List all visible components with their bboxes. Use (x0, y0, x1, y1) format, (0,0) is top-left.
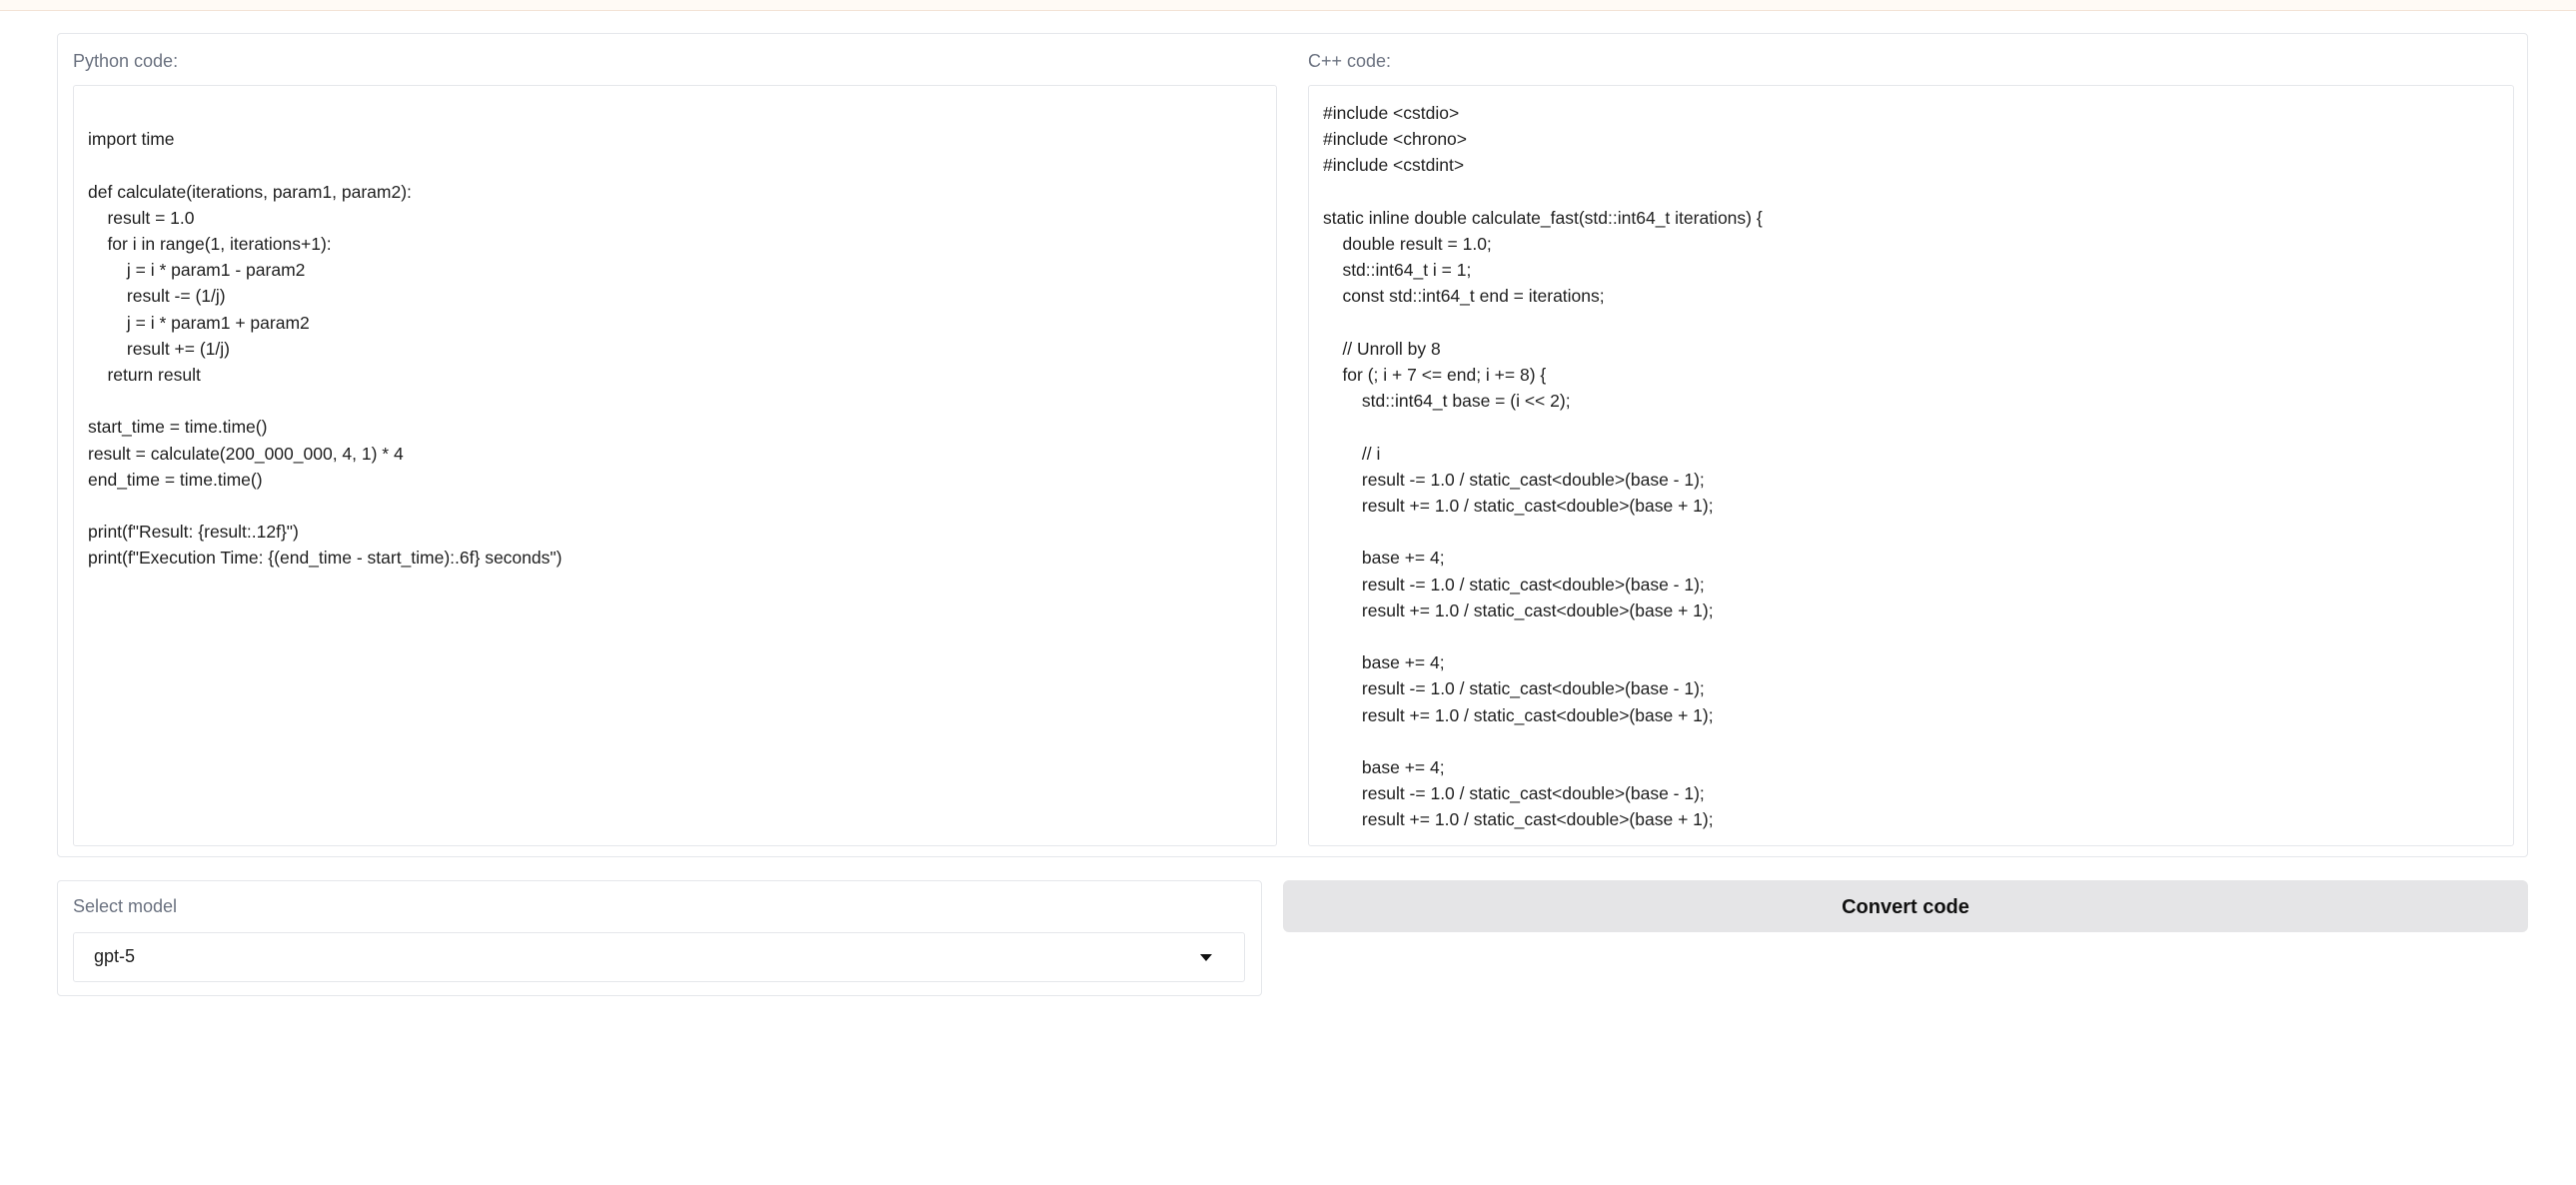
chevron-down-icon[interactable] (1200, 954, 1212, 961)
cpp-code-label: C++ code: (1308, 51, 1392, 71)
top-accent-strip (0, 0, 2576, 11)
cpp-code-editor[interactable]: #include <cstdio> #include <chrono> #inc… (1308, 85, 2514, 846)
python-code-section: Python code: import time def calculate(i… (73, 34, 1277, 856)
python-code-text[interactable]: import time def calculate(iterations, pa… (88, 100, 1262, 572)
model-dropdown[interactable]: gpt-5 (73, 932, 1245, 982)
select-model-label: Select model (73, 896, 178, 916)
python-code-editor[interactable]: import time def calculate(iterations, pa… (73, 85, 1277, 846)
python-code-label: Python code: (73, 51, 179, 71)
code-panel: Python code: import time def calculate(i… (57, 33, 2528, 857)
cpp-code-text[interactable]: #include <cstdio> #include <chrono> #inc… (1323, 100, 2499, 833)
cpp-code-section: C++ code: #include <cstdio> #include <ch… (1308, 34, 2514, 856)
model-dropdown-value: gpt-5 (94, 946, 136, 966)
convert-code-button[interactable]: Convert code (1283, 880, 2528, 932)
model-select-panel: Select model gpt-5 (57, 880, 1262, 996)
